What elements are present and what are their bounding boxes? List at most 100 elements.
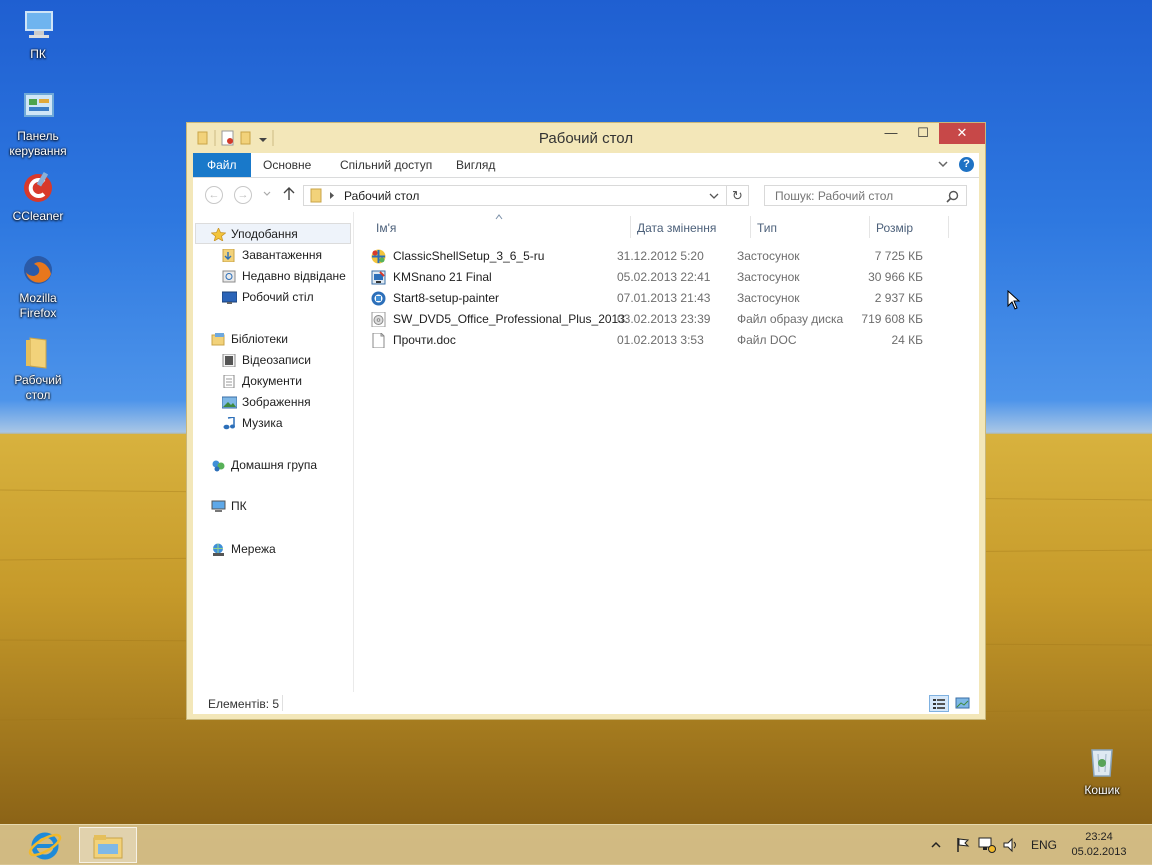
address-row: ← → Рабочий стол ↻ [193,178,979,212]
nav-recent-places[interactable]: Недавно відвідане [222,266,346,286]
kmsnano-icon [371,270,386,285]
item-count: Елементів: 5 [208,697,280,711]
search-input[interactable] [773,188,947,204]
file-row[interactable]: Прочти.doc 01.02.2013 3:53 Файл DOC 24 К… [371,330,951,351]
tab-share[interactable]: Спільний доступ [328,153,444,177]
address-dropdown-chevron-icon[interactable] [708,191,720,201]
tab-file[interactable]: Файл [193,153,251,177]
minimize-button[interactable]: — [877,123,905,144]
column-separator[interactable] [630,216,631,238]
file-type: Застосунок [737,249,800,263]
action-center-flag-icon[interactable] [955,837,971,856]
file-date: 31.12.2012 5:20 [617,249,704,263]
file-row[interactable]: KMSnano 21 Final 05.02.2013 22:41 Застос… [371,267,951,288]
column-header-name[interactable]: Ім'я [376,220,396,240]
desktop-icon-label: Кошик [1084,783,1120,797]
forward-button[interactable]: → [234,186,252,204]
file-size: 24 КБ [891,333,923,347]
nav-libraries[interactable]: Бібліотеки [211,329,288,349]
file-row[interactable]: Start8-setup-painter 07.01.2013 21:43 За… [371,288,951,309]
file-size: 7 725 КБ [874,249,923,263]
file-row[interactable]: SW_DVD5_Office_Professional_Plus_2013...… [371,309,951,330]
nav-label: Документи [242,374,302,388]
nav-documents[interactable]: Документи [222,371,302,391]
window-title: Рабочий стол [538,130,634,147]
clock[interactable]: 23:24 05.02.2013 [1066,830,1132,860]
address-bar[interactable]: Рабочий стол [303,185,727,206]
back-button[interactable]: ← [205,186,223,204]
refresh-button[interactable]: ↻ [727,185,749,206]
chevron-up-icon [931,841,941,848]
network-status-icon[interactable] [978,837,996,856]
tab-view[interactable]: Вигляд [444,153,507,177]
column-separator[interactable] [869,216,870,238]
nav-label: Мережа [231,542,276,556]
volume-speaker-icon[interactable] [1002,837,1020,856]
recycle-bin-icon [1084,744,1120,780]
file-name: SW_DVD5_Office_Professional_Plus_2013... [393,312,627,326]
column-header-size[interactable]: Розмір [876,220,913,240]
pictures-icon [221,395,238,409]
expand-ribbon-chevron-icon[interactable] [937,158,949,170]
tab-home[interactable]: Основне [251,153,323,177]
ribbon-tabs: Файл Основне Спільний доступ Вигляд ? [193,153,979,178]
file-type: Застосунок [737,291,800,305]
nav-favorites[interactable]: Уподобання [210,224,298,244]
details-view-button[interactable] [929,695,949,712]
videos-icon [222,353,237,368]
desktop-icon-pc[interactable]: ПК [2,8,74,62]
file-date: 05.02.2013 22:41 [617,270,711,284]
desktop-icon-firefox[interactable]: Mozilla Firefox [2,252,74,321]
nav-network[interactable]: Мережа [211,539,276,559]
show-hidden-icons-button[interactable] [931,839,941,853]
search-box[interactable] [764,185,967,206]
desktop-icon-desktop-folder[interactable]: Рабочий стол [2,334,74,403]
nav-desktop[interactable]: Робочий стіл [221,287,314,307]
title-bar[interactable]: Рабочий стол — ☐ ✕ [187,123,985,153]
column-separator[interactable] [948,216,949,238]
internet-explorer-taskbar-button[interactable] [26,827,64,863]
sort-ascending-icon [495,214,503,220]
details-view-icon [933,699,945,709]
nav-label: Завантаження [242,248,322,262]
file-size: 2 937 КБ [874,291,923,305]
desktop-icon-ccleaner[interactable]: CCleaner [2,170,74,224]
column-header-type[interactable]: Тип [757,220,777,240]
desktop-monitor-icon [221,290,238,305]
column-separator[interactable] [750,216,751,238]
folder-icon [310,188,334,203]
file-name: Прочти.doc [393,333,456,347]
search-icon [946,190,959,203]
file-type: Застосунок [737,270,800,284]
taskbar: ENG 23:24 05.02.2013 [0,824,1152,865]
desktop-icon-control-panel[interactable]: Панель керування [2,90,74,159]
help-button[interactable]: ? [959,157,974,172]
desktop-icon-recycle-bin[interactable]: Кошик [1066,744,1138,798]
music-note-icon [222,416,237,430]
close-button[interactable]: ✕ [939,123,985,144]
maximize-button[interactable]: ☐ [909,123,937,144]
column-header-date[interactable]: Дата змінення [637,220,716,240]
clock-date: 05.02.2013 [1071,846,1127,858]
ccleaner-icon [20,170,56,206]
status-bar: Елементів: 5 [193,692,979,714]
file-explorer-icon [93,835,123,859]
nav-homegroup[interactable]: Домашня група [211,455,317,475]
language-indicator[interactable]: ENG [1031,838,1057,852]
large-icons-view-button[interactable] [953,695,973,712]
nav-downloads[interactable]: Завантаження [222,245,322,265]
file-row[interactable]: ClassicShellSetup_3_6_5-ru 31.12.2012 5:… [371,246,951,267]
nav-label: ПК [231,499,247,513]
up-arrow-icon[interactable] [282,186,296,202]
computer-icon [211,499,226,513]
nav-pc[interactable]: ПК [211,496,247,516]
nav-pictures[interactable]: Зображення [221,392,311,412]
nav-music[interactable]: Музика [222,413,283,433]
nav-label: Бібліотеки [231,332,288,346]
start8-icon [371,291,386,306]
file-explorer-taskbar-button[interactable] [79,827,137,863]
recent-locations-chevron-icon[interactable] [262,188,272,200]
doc-file-icon [372,333,385,348]
nav-videos[interactable]: Відеозаписи [222,350,311,370]
file-date: 03.02.2013 23:39 [617,312,711,326]
